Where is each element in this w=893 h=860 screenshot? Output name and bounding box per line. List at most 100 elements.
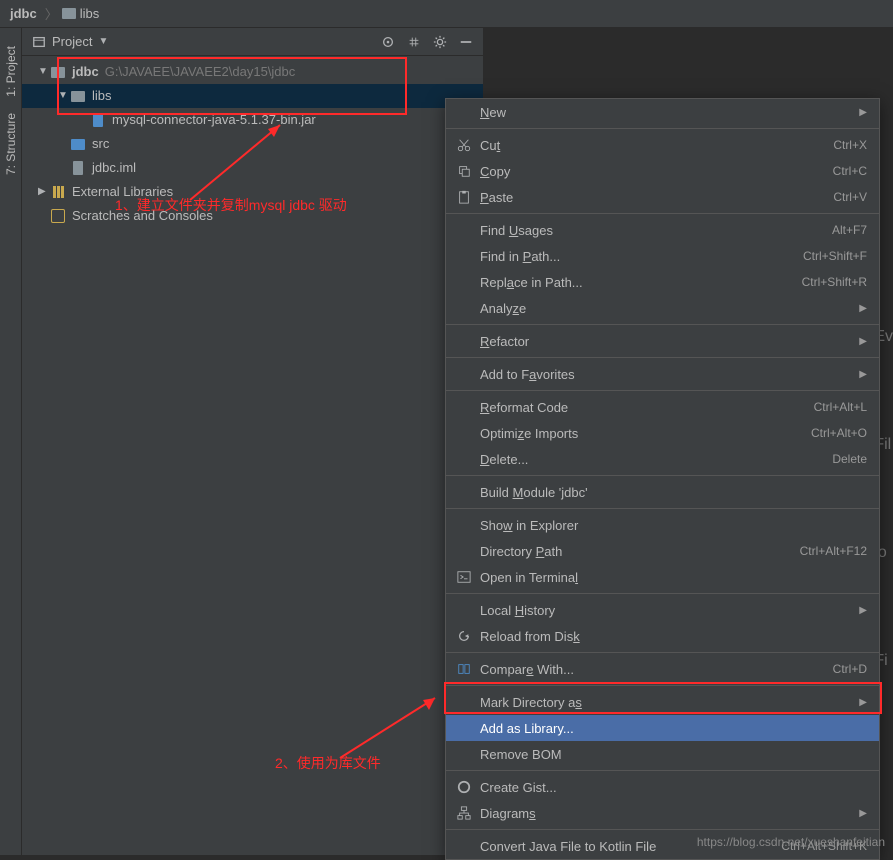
menu-item[interactable]: Local History▶ bbox=[446, 597, 879, 623]
menu-label: Replace in Path... bbox=[480, 275, 802, 290]
copy-icon bbox=[454, 164, 474, 178]
expand-icon[interactable]: ▼ bbox=[38, 62, 48, 82]
menu-label: Find Usages bbox=[480, 223, 832, 238]
menu-label: Add to Favorites bbox=[480, 367, 851, 382]
menu-separator bbox=[446, 685, 879, 686]
tab-project[interactable]: 1: Project bbox=[2, 38, 20, 105]
menu-item[interactable]: Delete...Delete bbox=[446, 446, 879, 472]
tree-libs[interactable]: ▼ libs bbox=[22, 84, 483, 108]
menu-item[interactable]: Add as Library... bbox=[446, 715, 879, 741]
left-sidebar: 1: Project 7: Structure bbox=[0, 28, 22, 855]
menu-item[interactable]: Create Gist... bbox=[446, 774, 879, 800]
menu-item[interactable]: Refactor ▶ bbox=[446, 328, 879, 354]
tree-jar[interactable]: mysql-connector-java-5.1.37-bin.jar bbox=[22, 108, 483, 132]
file-icon bbox=[73, 161, 83, 175]
menu-shortcut: Ctrl+X bbox=[833, 138, 867, 152]
source-folder-icon bbox=[71, 139, 85, 150]
gear-icon[interactable] bbox=[433, 35, 447, 49]
cut-icon bbox=[454, 138, 474, 152]
menu-item[interactable]: Show in Explorer bbox=[446, 512, 879, 538]
submenu-arrow-icon: ▶ bbox=[859, 808, 867, 819]
menu-item[interactable]: Open in Terminal bbox=[446, 564, 879, 590]
menu-separator bbox=[446, 475, 879, 476]
submenu-arrow-icon: ▶ bbox=[859, 369, 867, 380]
dropdown-icon[interactable]: ▼ bbox=[98, 36, 108, 47]
expand-icon[interactable]: ▶ bbox=[38, 182, 48, 202]
scratch-icon bbox=[51, 209, 65, 223]
menu-item[interactable]: Mark Directory as ▶ bbox=[446, 689, 879, 715]
menu-separator bbox=[446, 128, 879, 129]
menu-item[interactable]: Reformat CodeCtrl+Alt+L bbox=[446, 394, 879, 420]
menu-separator bbox=[446, 324, 879, 325]
submenu-arrow-icon: ▶ bbox=[859, 697, 867, 708]
menu-item[interactable]: PasteCtrl+V bbox=[446, 184, 879, 210]
menu-label: New bbox=[480, 105, 851, 120]
menu-shortcut: Ctrl+C bbox=[833, 164, 867, 178]
folder-icon bbox=[62, 8, 76, 19]
target-icon[interactable] bbox=[381, 35, 395, 49]
menu-label: Compare With... bbox=[480, 662, 833, 677]
terminal-icon bbox=[454, 570, 474, 584]
menu-label: Diagrams bbox=[480, 806, 851, 821]
menu-label: Find in Path... bbox=[480, 249, 803, 264]
menu-item[interactable]: CopyCtrl+C bbox=[446, 158, 879, 184]
menu-label: Delete... bbox=[480, 452, 832, 467]
menu-shortcut: Ctrl+Alt+L bbox=[814, 400, 867, 414]
menu-item[interactable]: Optimize ImportsCtrl+Alt+O bbox=[446, 420, 879, 446]
menu-item[interactable]: Find in Path...Ctrl+Shift+F bbox=[446, 243, 879, 269]
menu-item[interactable]: CutCtrl+X bbox=[446, 132, 879, 158]
menu-item[interactable]: Diagrams ▶ bbox=[446, 800, 879, 826]
menu-item[interactable]: Remove BOM bbox=[446, 741, 879, 767]
menu-label: Copy bbox=[480, 164, 833, 179]
menu-item[interactable]: New▶ bbox=[446, 99, 879, 125]
breadcrumb: jdbc 〉 libs bbox=[0, 0, 893, 28]
github-icon bbox=[454, 780, 474, 794]
breadcrumb-root[interactable]: jdbc bbox=[10, 6, 37, 21]
menu-label: Show in Explorer bbox=[480, 518, 867, 533]
menu-item[interactable]: Analyze ▶ bbox=[446, 295, 879, 321]
jar-icon bbox=[93, 113, 103, 127]
menu-separator bbox=[446, 770, 879, 771]
menu-label: Mark Directory as bbox=[480, 695, 851, 710]
tree-src[interactable]: src bbox=[22, 132, 483, 156]
menu-label: Open in Terminal bbox=[480, 570, 867, 585]
menu-label: Refactor bbox=[480, 334, 851, 349]
collapse-icon[interactable] bbox=[407, 35, 421, 49]
project-tree: ▼ jdbc G:\JAVAEE\JAVAEE2\day15\jdbc ▼ li… bbox=[22, 56, 483, 855]
menu-shortcut: Ctrl+Shift+F bbox=[803, 249, 867, 263]
menu-label: Reload from Disk bbox=[480, 629, 867, 644]
hide-icon[interactable] bbox=[459, 35, 473, 49]
library-icon bbox=[53, 186, 64, 198]
breadcrumb-sep: 〉 bbox=[45, 4, 58, 23]
menu-item[interactable]: Reload from Disk bbox=[446, 623, 879, 649]
tab-structure[interactable]: 7: Structure bbox=[2, 105, 20, 183]
menu-label: Remove BOM bbox=[480, 747, 867, 762]
menu-label: Analyze bbox=[480, 301, 851, 316]
menu-shortcut: Ctrl+V bbox=[833, 190, 867, 204]
menu-item[interactable]: Add to Favorites ▶ bbox=[446, 361, 879, 387]
submenu-arrow-icon: ▶ bbox=[859, 336, 867, 347]
menu-item[interactable]: Build Module 'jdbc' bbox=[446, 479, 879, 505]
tree-root[interactable]: ▼ jdbc G:\JAVAEE\JAVAEE2\day15\jdbc bbox=[22, 60, 483, 84]
tree-iml[interactable]: jdbc.iml bbox=[22, 156, 483, 180]
menu-shortcut: Ctrl+Shift+R bbox=[802, 275, 867, 289]
menu-shortcut: Ctrl+Alt+F12 bbox=[800, 544, 867, 558]
menu-item[interactable]: Find UsagesAlt+F7 bbox=[446, 217, 879, 243]
menu-shortcut: Alt+F7 bbox=[832, 223, 867, 237]
menu-shortcut: Delete bbox=[832, 452, 867, 466]
breadcrumb-current[interactable]: libs bbox=[80, 6, 100, 21]
panel-title[interactable]: Project bbox=[52, 34, 92, 49]
annotation-text-1: 1、建立文件夹并复制mysql jdbc 驱动 bbox=[115, 195, 347, 215]
panel-header: Project ▼ bbox=[22, 28, 483, 56]
menu-item[interactable]: Compare With...Ctrl+D bbox=[446, 656, 879, 682]
menu-shortcut: Ctrl+Alt+O bbox=[811, 426, 867, 440]
view-icon bbox=[32, 35, 46, 49]
submenu-arrow-icon: ▶ bbox=[859, 303, 867, 314]
menu-separator bbox=[446, 357, 879, 358]
menu-separator bbox=[446, 829, 879, 830]
menu-item[interactable]: Directory PathCtrl+Alt+F12 bbox=[446, 538, 879, 564]
submenu-arrow-icon: ▶ bbox=[859, 605, 867, 616]
module-icon bbox=[51, 67, 65, 78]
expand-icon[interactable]: ▼ bbox=[58, 86, 68, 106]
menu-item[interactable]: Replace in Path...Ctrl+Shift+R bbox=[446, 269, 879, 295]
